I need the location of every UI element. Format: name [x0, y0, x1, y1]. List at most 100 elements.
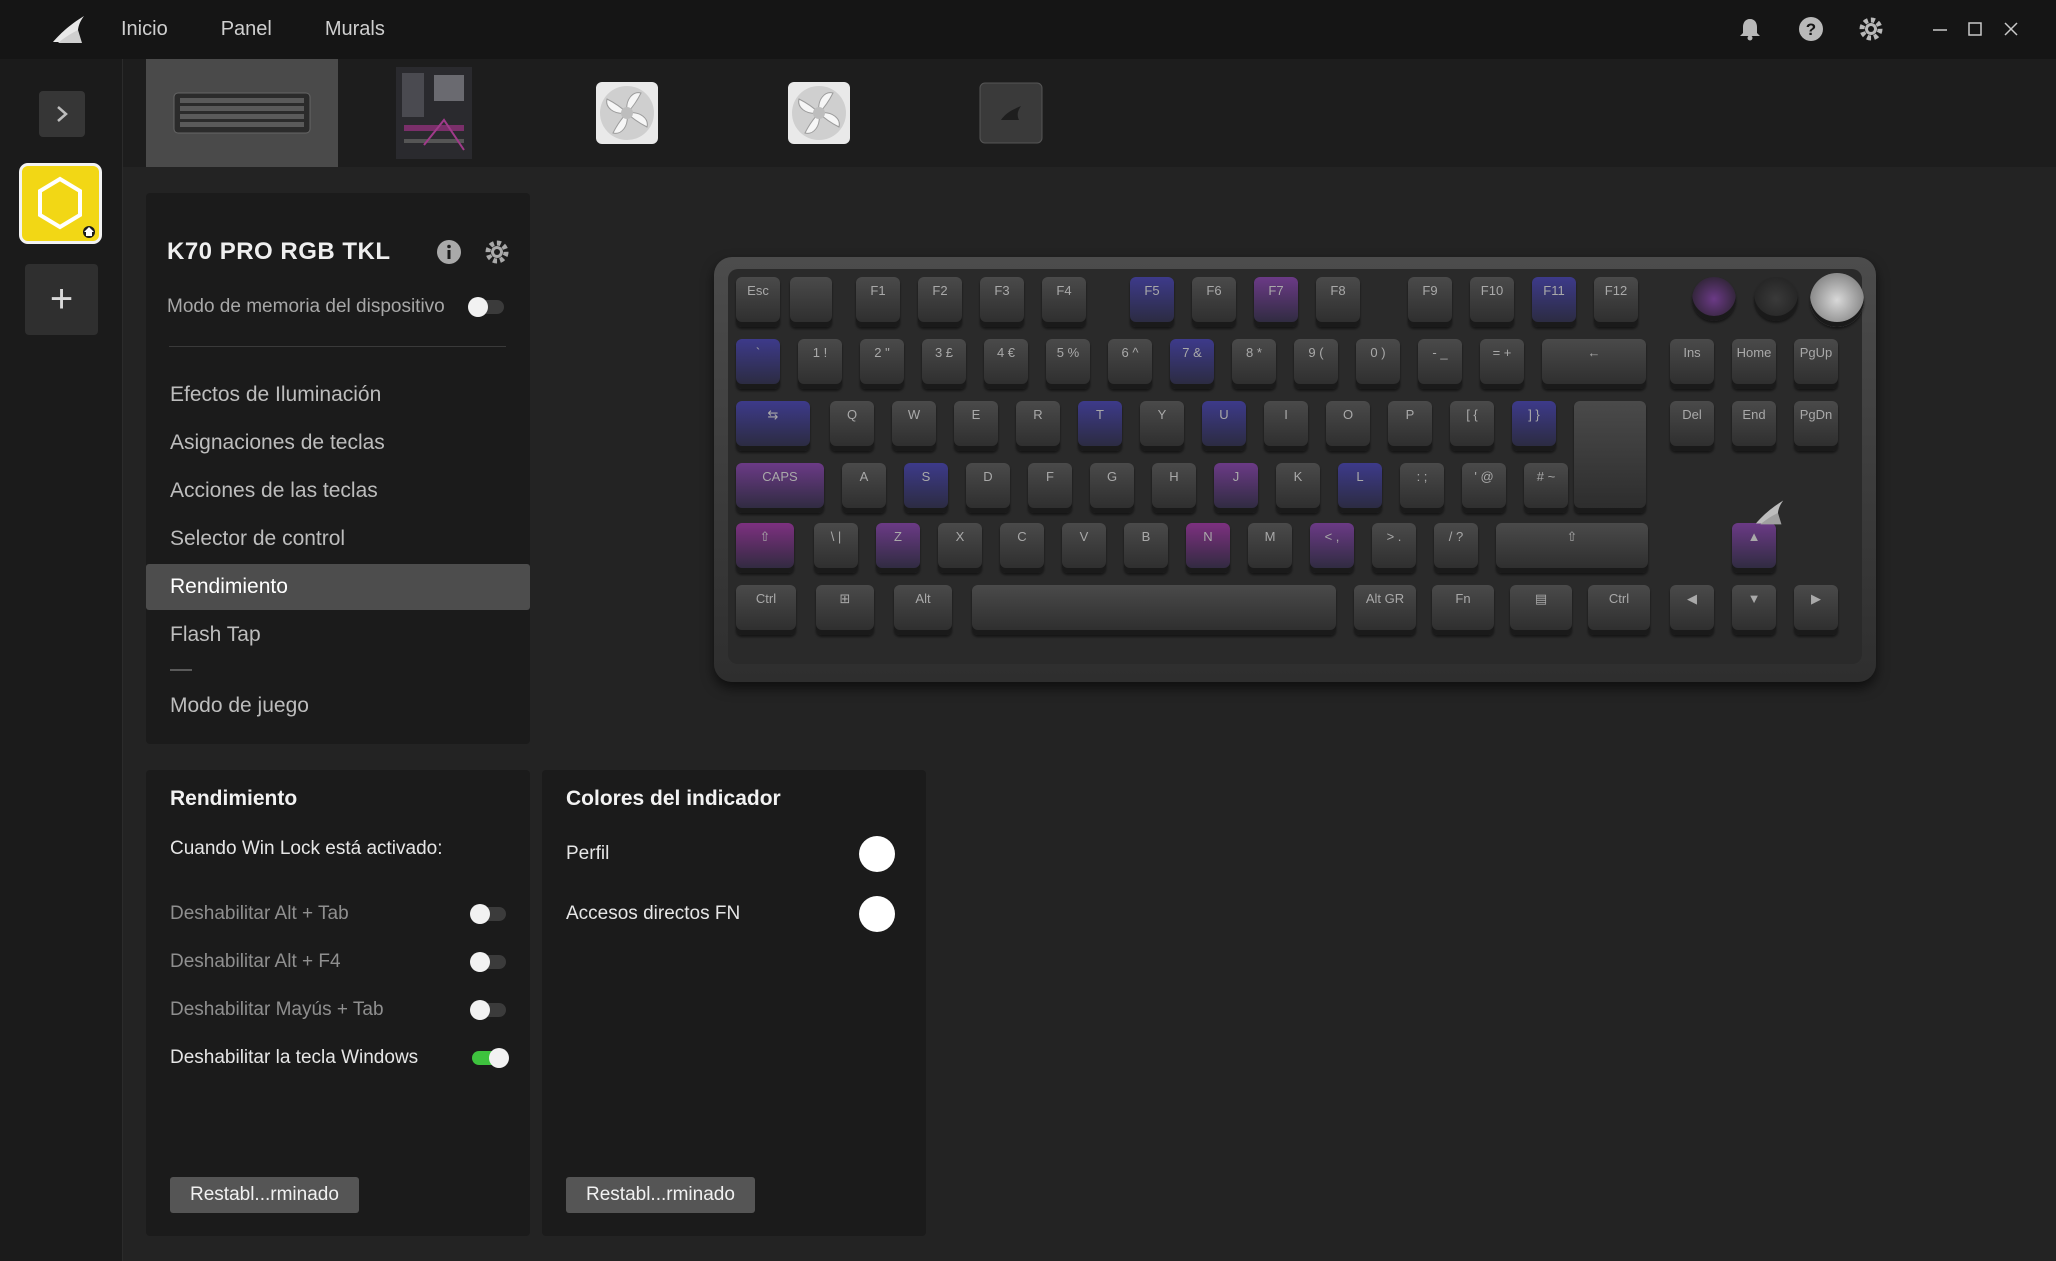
device-fan-2[interactable] — [723, 59, 915, 167]
keyboard-key[interactable]: O — [1326, 401, 1370, 451]
keyboard-key[interactable]: G — [1090, 463, 1134, 513]
performance-reset-button[interactable]: Restabl...rminado — [170, 1177, 359, 1213]
keyboard-key[interactable]: E — [954, 401, 998, 451]
keyboard-key[interactable]: # ~ — [1524, 463, 1568, 513]
expand-rail-button[interactable] — [39, 91, 85, 137]
keyboard-key[interactable]: L — [1338, 463, 1382, 513]
keyboard-key[interactable]: 1 ! — [798, 339, 842, 389]
minimize-icon[interactable] — [1925, 14, 1955, 44]
keyboard-key[interactable]: \ | — [814, 523, 858, 573]
keyboard-key[interactable]: Alt GR — [1354, 585, 1416, 635]
keyboard-key[interactable]: T — [1078, 401, 1122, 451]
profile-tile[interactable] — [19, 163, 102, 244]
keyboard-key[interactable]: F2 — [918, 277, 962, 327]
keyboard-key[interactable]: N — [1186, 523, 1230, 573]
info-icon[interactable] — [436, 239, 462, 265]
volume-dial[interactable] — [1810, 273, 1864, 327]
keyboard-key[interactable]: X — [938, 523, 982, 573]
keyboard-key[interactable] — [790, 277, 832, 327]
keyboard-key[interactable]: ` — [736, 339, 780, 389]
keyboard-key[interactable]: PgDn — [1794, 401, 1838, 451]
keyboard-key[interactable]: ⇆ — [736, 401, 810, 451]
keyboard-key[interactable]: 0 ) — [1356, 339, 1400, 389]
keyboard-key[interactable] — [972, 585, 1336, 635]
add-profile-button[interactable]: + — [25, 264, 98, 335]
keyboard-key[interactable]: ▶ — [1794, 585, 1838, 635]
keyboard-key-enter[interactable] — [1574, 401, 1646, 513]
keyboard-key[interactable]: D — [966, 463, 1010, 513]
keyboard-key[interactable]: V — [1062, 523, 1106, 573]
menu-flash-tap[interactable]: Flash Tap — [146, 612, 530, 658]
keyboard-key[interactable]: ← — [1542, 339, 1646, 389]
keyboard-key[interactable]: PgUp — [1794, 339, 1838, 389]
keyboard-key[interactable]: CAPS — [736, 463, 824, 513]
keyboard-key[interactable]: ⇧ — [736, 523, 794, 573]
keyboard-key[interactable]: W — [892, 401, 936, 451]
keyboard-key[interactable]: 6 ^ — [1108, 339, 1152, 389]
close-icon[interactable] — [1996, 14, 2026, 44]
keyboard-key[interactable]: F10 — [1470, 277, 1514, 327]
keyboard-key[interactable]: Del — [1670, 401, 1714, 451]
keyboard-key[interactable]: ] } — [1512, 401, 1556, 451]
settings-gear-icon[interactable] — [1856, 14, 1886, 44]
keyboard-key[interactable]: F12 — [1594, 277, 1638, 327]
memory-mode-toggle[interactable] — [468, 297, 504, 317]
indicator-fn-color-swatch[interactable] — [859, 896, 895, 932]
keyboard-key[interactable]: F1 — [856, 277, 900, 327]
keyboard-key[interactable]: 9 ( — [1294, 339, 1338, 389]
indicator-profile-color-swatch[interactable] — [859, 836, 895, 872]
keyboard-key[interactable]: < , — [1310, 523, 1354, 573]
keyboard-key[interactable]: - _ — [1418, 339, 1462, 389]
keyboard-key[interactable]: I — [1264, 401, 1308, 451]
keyboard-key[interactable]: S — [904, 463, 948, 513]
keyboard-key[interactable]: Ins — [1670, 339, 1714, 389]
keyboard-key[interactable]: End — [1732, 401, 1776, 451]
nav-inicio[interactable]: Inicio — [121, 18, 168, 41]
keyboard-key[interactable]: F11 — [1532, 277, 1576, 327]
keyboard-key[interactable]: ▼ — [1732, 585, 1776, 635]
help-icon[interactable]: ? — [1796, 14, 1826, 44]
device-fan-1[interactable] — [531, 59, 723, 167]
keyboard-key[interactable]: F3 — [980, 277, 1024, 327]
media-button[interactable] — [1692, 277, 1736, 321]
option-shift-tab-toggle[interactable] — [470, 1000, 506, 1020]
keyboard-key[interactable]: ▲ — [1732, 523, 1776, 573]
menu-control-dial[interactable]: Selector de control — [146, 516, 530, 562]
keyboard-key[interactable]: A — [842, 463, 886, 513]
keyboard-key[interactable]: M — [1248, 523, 1292, 573]
keyboard-key[interactable]: Y — [1140, 401, 1184, 451]
keyboard-key[interactable]: U — [1202, 401, 1246, 451]
keyboard-key[interactable]: ⊞ — [816, 585, 874, 635]
keyboard-key[interactable]: Q — [830, 401, 874, 451]
keyboard-key[interactable]: F4 — [1042, 277, 1086, 327]
menu-key-assignments[interactable]: Asignaciones de teclas — [146, 420, 530, 466]
keyboard-key[interactable]: 4 € — [984, 339, 1028, 389]
keyboard-key[interactable]: K — [1276, 463, 1320, 513]
keyboard-key[interactable]: 8 * — [1232, 339, 1276, 389]
keyboard-key[interactable]: ' @ — [1462, 463, 1506, 513]
keyboard-key[interactable]: = + — [1480, 339, 1524, 389]
keyboard-key[interactable]: F — [1028, 463, 1072, 513]
keyboard-key[interactable]: Fn — [1432, 585, 1494, 635]
keyboard-key[interactable]: Home — [1732, 339, 1776, 389]
keyboard-key[interactable]: 3 £ — [922, 339, 966, 389]
indicator-reset-button[interactable]: Restabl...rminado — [566, 1177, 755, 1213]
keyboard-key[interactable]: 2 " — [860, 339, 904, 389]
keyboard-key[interactable]: [ { — [1450, 401, 1494, 451]
menu-key-actions[interactable]: Acciones de las teclas — [146, 468, 530, 514]
keyboard-key[interactable]: R — [1016, 401, 1060, 451]
keyboard-key[interactable]: F9 — [1408, 277, 1452, 327]
keyboard-key[interactable]: Esc — [736, 277, 780, 327]
media-button[interactable] — [1754, 277, 1798, 321]
device-corsair-hub[interactable] — [915, 59, 1107, 167]
keyboard-key[interactable]: 5 % — [1046, 339, 1090, 389]
nav-murals[interactable]: Murals — [325, 18, 385, 41]
keyboard-key[interactable]: ◀ — [1670, 585, 1714, 635]
device-keyboard[interactable] — [146, 59, 338, 167]
keyboard-key[interactable]: : ; — [1400, 463, 1444, 513]
option-alt-f4-toggle[interactable] — [470, 952, 506, 972]
maximize-icon[interactable] — [1960, 14, 1990, 44]
keyboard-key[interactable]: > . — [1372, 523, 1416, 573]
keyboard-key[interactable]: 7 & — [1170, 339, 1214, 389]
option-windows-key-toggle[interactable] — [472, 1048, 509, 1068]
